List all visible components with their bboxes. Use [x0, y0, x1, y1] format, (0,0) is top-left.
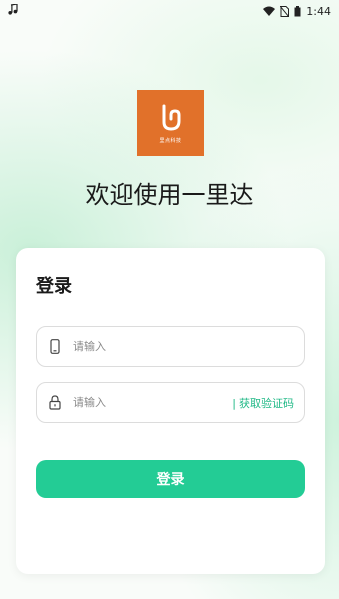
- status-bar: 1:44: [0, 0, 339, 22]
- status-time: 1:44: [306, 4, 331, 18]
- phone-input[interactable]: [73, 327, 304, 366]
- app-logo: 里点科技: [137, 90, 204, 156]
- code-input[interactable]: [73, 383, 233, 422]
- no-sim-icon: [280, 5, 290, 17]
- hand-logo-icon: [156, 102, 186, 136]
- wifi-icon: [263, 6, 276, 16]
- login-card: 登录 |获取验证码 登录: [16, 248, 325, 574]
- get-code-label: 获取验证码: [239, 396, 294, 410]
- welcome-title: 欢迎使用一里达: [85, 181, 254, 209]
- battery-icon: [294, 5, 301, 17]
- phone-icon: [37, 339, 73, 354]
- login-card-title: 登录: [36, 276, 72, 297]
- code-separator: |: [232, 396, 236, 410]
- code-field[interactable]: |获取验证码: [36, 382, 305, 423]
- logo-caption: 里点科技: [159, 138, 182, 144]
- get-code-button[interactable]: | 获取验证码: [232, 395, 304, 411]
- phone-field[interactable]: [36, 326, 305, 367]
- login-button[interactable]: 登录: [36, 460, 305, 498]
- music-note-icon: [8, 3, 18, 18]
- lock-icon: [37, 395, 73, 410]
